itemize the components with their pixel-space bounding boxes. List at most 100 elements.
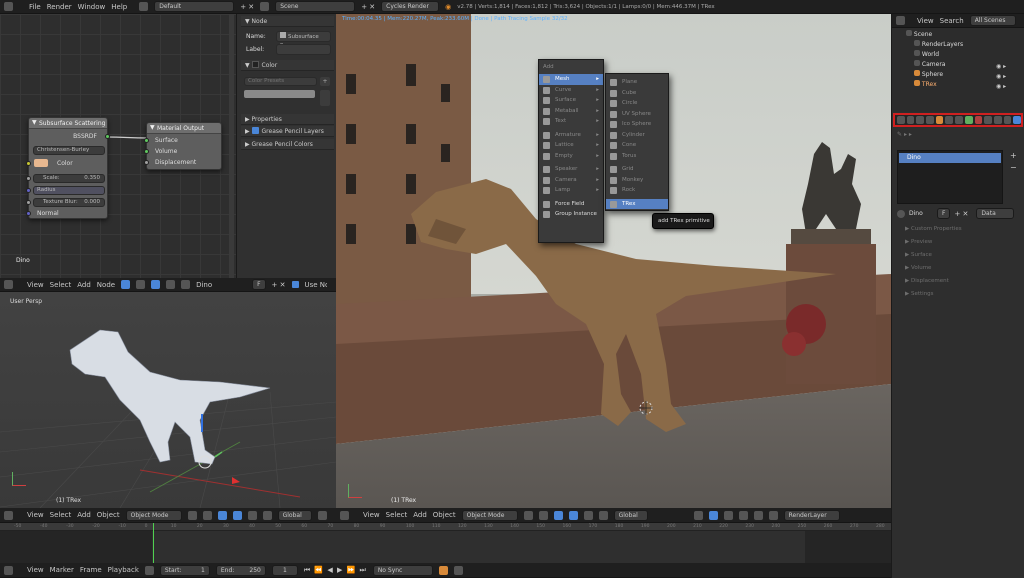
outliner-display-dropdown[interactable]: All Scenes [969, 15, 1016, 26]
main-view-menu[interactable]: View [363, 511, 380, 519]
add-menu-item-empty[interactable]: Empty ▸ [539, 151, 603, 162]
outliner-view-menu[interactable]: View [917, 17, 934, 25]
object-shader-icon[interactable] [136, 280, 146, 289]
data-tab-icon[interactable] [964, 116, 973, 124]
add-menu-item-text[interactable]: Text ▸ [539, 116, 603, 127]
mesh-menu-item-uv-sphere[interactable]: UV Sphere [606, 109, 668, 120]
object-tab-icon[interactable] [935, 116, 944, 124]
scale-field[interactable]: Scale: 0.350 [33, 174, 105, 183]
color-preset-add-button[interactable]: + [320, 77, 330, 86]
outliner-row-world[interactable]: World [914, 50, 939, 60]
displacement-input-socket[interactable] [144, 160, 149, 165]
proportional-edit-icon[interactable] [738, 510, 748, 520]
active-tab-icon[interactable] [1013, 116, 1021, 124]
mesh-menu-item-circle[interactable]: Circle [606, 98, 668, 109]
keying-set-icon[interactable] [453, 565, 463, 575]
render-still-icon[interactable] [753, 510, 763, 520]
grease-pencil-layers-header[interactable]: ▶ Grease Pencil Layers [241, 126, 334, 137]
use-preview-range-icon[interactable] [144, 565, 154, 575]
color-panel-header[interactable]: ▼ Color [241, 60, 334, 71]
snap-icon[interactable] [723, 510, 733, 520]
material-output-node[interactable]: Material Output ▼ Surface Volume Displac… [144, 122, 222, 170]
lock-camera-icon[interactable] [708, 510, 718, 520]
left-add-menu[interactable]: Add [77, 511, 91, 519]
left-3d-viewport[interactable]: User Persp (1) TRex [0, 292, 336, 508]
material-link-dropdown[interactable]: Data [976, 208, 1015, 219]
timeline-frame-menu[interactable]: Frame [80, 566, 102, 574]
screen-layout-dropdown[interactable]: Default [154, 1, 235, 12]
auto-keying-icon[interactable] [438, 565, 448, 575]
surface-input-socket[interactable] [144, 138, 149, 143]
render-tab-icon[interactable] [897, 116, 905, 124]
main-mode-dropdown[interactable]: Object Mode [461, 509, 518, 521]
render-layers-tab-icon[interactable] [906, 116, 915, 124]
pin-icon[interactable]: ✎ [897, 131, 902, 138]
start-frame-field[interactable]: Start: 1 [159, 564, 210, 576]
node-panel-header[interactable]: ▼ Node [241, 16, 334, 27]
visibility-eye-icons[interactable]: ◉ ▸ ◉ ▸ ◉ ▸ [996, 62, 1020, 90]
add-menu-item-mesh[interactable]: Mesh ▸ [539, 74, 603, 85]
timeline[interactable]: -50 -40 -30 -20 -10 0 10 20 30 40 50 60 70 80 90 100 110… [0, 523, 891, 563]
node-editor[interactable]: Subsurface Scattering ▼ BSSRDF Christens… [0, 14, 236, 278]
editor-type-icon[interactable] [4, 510, 13, 520]
left-object-menu[interactable]: Object [97, 511, 120, 519]
add-menu-item-speaker[interactable]: Speaker ▸ [539, 164, 603, 175]
modifiers-tab-icon[interactable] [955, 116, 963, 124]
menu-window[interactable]: Window [78, 3, 106, 11]
texture-blur-input-socket[interactable] [26, 200, 31, 205]
editor-type-icon[interactable] [4, 280, 13, 289]
left-select-menu[interactable]: Select [50, 511, 72, 519]
slot-add-button[interactable]: + [1010, 151, 1017, 160]
render-anim-icon[interactable] [768, 510, 778, 520]
physics-tab-icon[interactable] [1003, 116, 1012, 124]
current-frame-line[interactable] [153, 523, 154, 563]
constraints-tab-icon[interactable] [945, 116, 954, 124]
collapse-arrow-icon[interactable]: ▼ [150, 124, 155, 131]
color-checkbox[interactable] [251, 61, 259, 68]
material-icon[interactable] [151, 280, 161, 289]
falloff-dropdown[interactable]: Christensen-Burley [33, 146, 105, 155]
fake-user-button[interactable]: F [252, 279, 266, 290]
color-presets-dropdown[interactable]: Color Presets [244, 77, 317, 86]
material-slot-row[interactable]: Dino [899, 153, 1001, 163]
sync-dropdown[interactable]: No Sync [372, 564, 433, 576]
node-name-field[interactable]: Subsurface Sc... [276, 31, 331, 49]
displacement-panel[interactable]: ▶ Displacement [895, 276, 1019, 287]
node-menu-add[interactable]: Add [77, 281, 91, 289]
scene-add-icon[interactable]: + ✕ [361, 3, 375, 11]
rotate-icon[interactable] [247, 510, 257, 520]
mesh-menu-item-trex[interactable]: TRex [606, 198, 668, 209]
editor-type-icon[interactable] [340, 510, 349, 520]
mesh-menu-item-torus[interactable]: Torus [606, 151, 668, 162]
texture-tab-icon[interactable] [984, 116, 992, 124]
outliner-row-camera[interactable]: Camera [914, 60, 945, 70]
end-frame-field[interactable]: End: 250 [215, 564, 266, 576]
timeline-playback-menu[interactable]: Playback [108, 566, 139, 574]
shading-icon[interactable] [523, 510, 533, 520]
subsurface-scattering-node[interactable]: Subsurface Scattering ▼ BSSRDF Christens… [26, 117, 110, 219]
volume-panel[interactable]: ▶ Volume [895, 263, 1019, 274]
menu-render[interactable]: Render [47, 3, 72, 11]
outliner-search-menu[interactable]: Search [940, 17, 964, 25]
mesh-menu-item-cube[interactable]: Cube [606, 88, 668, 99]
world-tab-icon[interactable] [926, 116, 934, 124]
add-menu-item-surface[interactable]: Surface ▸ [539, 95, 603, 106]
radius-field[interactable]: Radius [33, 186, 105, 195]
surface-panel[interactable]: ▶ Surface [895, 250, 1019, 261]
node-label-field[interactable] [276, 44, 331, 55]
add-menu-item-lattice[interactable]: Lattice ▸ [539, 140, 603, 151]
render-layer-dropdown[interactable]: RenderLayer [783, 509, 840, 521]
mesh-menu-item-cone[interactable]: Cone [606, 140, 668, 151]
left-orientation-dropdown[interactable]: Global [277, 509, 312, 521]
grease-pencil-colors-header[interactable]: ▶ Grease Pencil Colors [241, 139, 334, 150]
mesh-menu-item-monkey[interactable]: Monkey [606, 175, 668, 186]
menu-file[interactable]: File [29, 3, 41, 11]
editor-type-icon[interactable] [4, 565, 13, 575]
scene-icon[interactable] [260, 2, 270, 11]
info-editor-icon[interactable] [4, 2, 13, 11]
texture-blur-field[interactable]: Texture Blur: 0.000 [33, 198, 105, 207]
pivot-icon[interactable] [202, 510, 212, 520]
material-sphere-icon[interactable] [897, 209, 905, 218]
color-swatch[interactable] [34, 159, 48, 167]
editor-type-icon[interactable] [896, 16, 905, 25]
